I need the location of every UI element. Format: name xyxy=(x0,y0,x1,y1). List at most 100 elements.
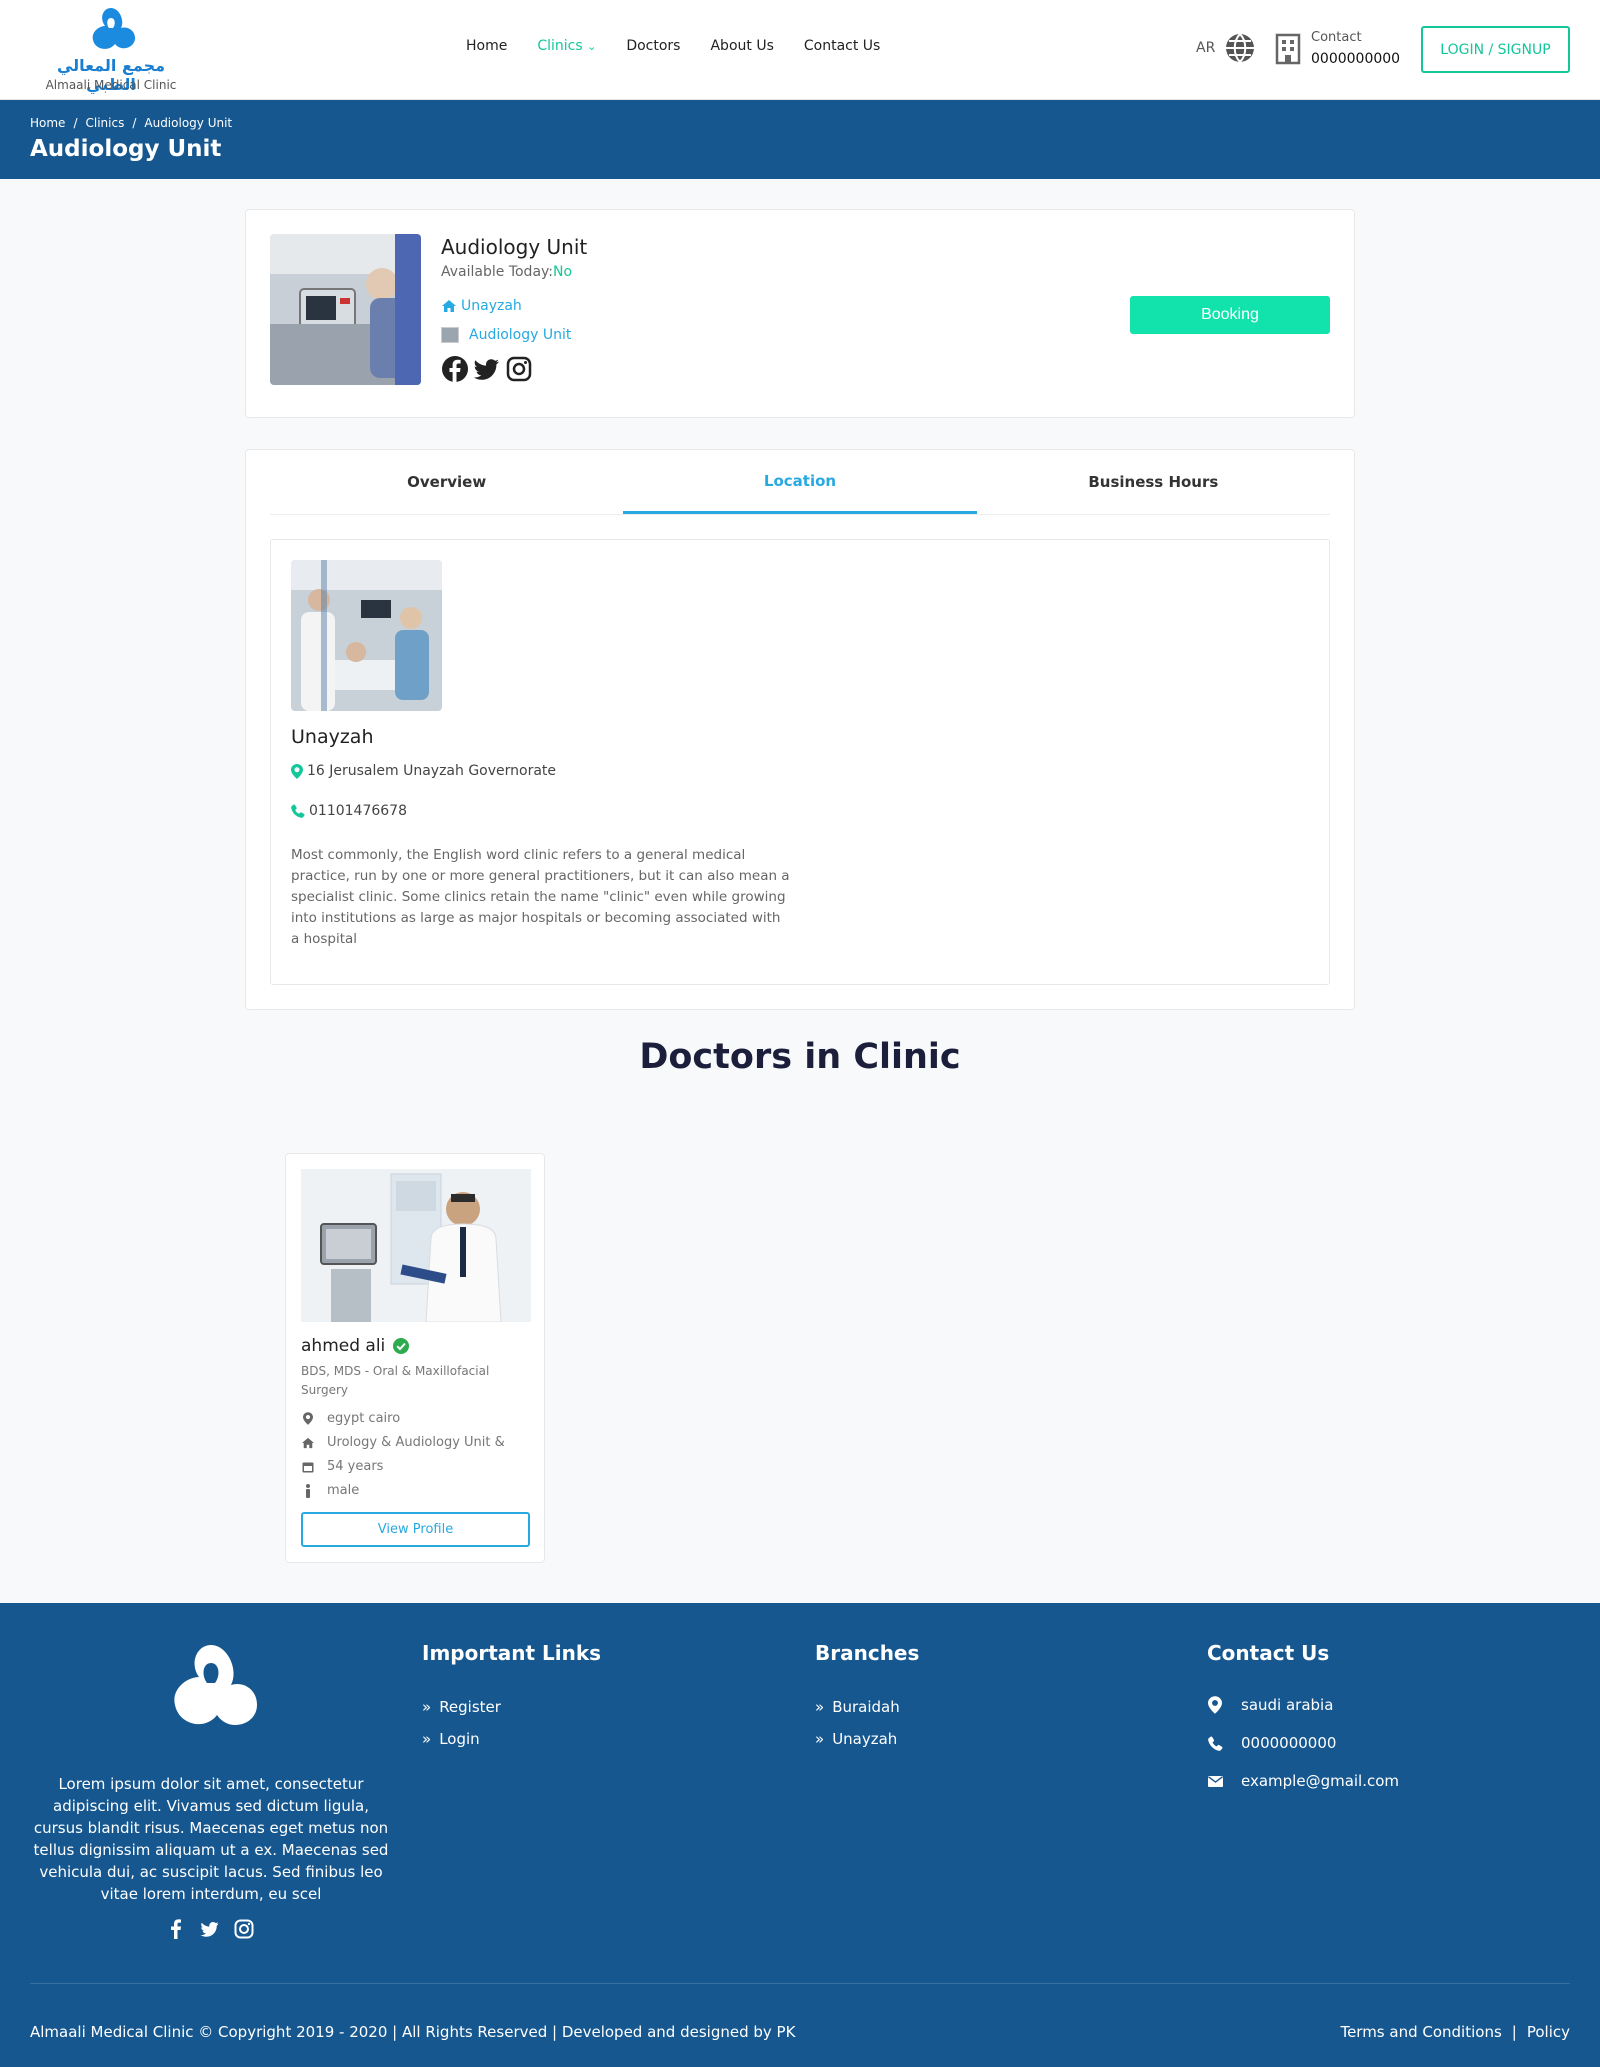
brand-logo-icon xyxy=(92,8,135,49)
facebook-icon[interactable] xyxy=(166,1919,186,1939)
unit-thumbnail xyxy=(441,327,459,343)
availability: Available Today:No xyxy=(441,264,572,280)
nav-clinics[interactable]: Clinics ⌄ xyxy=(537,38,596,54)
branch-photo xyxy=(291,560,442,711)
doctor-specialty: BDS, MDS - Oral & Maxillofacial Surgery xyxy=(301,1364,490,1397)
doctors-heading: Doctors in Clinic xyxy=(639,1037,961,1077)
footer-legal-links: Terms and Conditions | Policy xyxy=(1340,2023,1570,2041)
branch-description: Most commonly, the English word clinic r… xyxy=(291,847,790,947)
brand-logo[interactable]: مجمع المعالي الطبي Almaali Medical Clini… xyxy=(38,6,184,96)
login-signup-button[interactable]: LOGIN / SIGNUP xyxy=(1421,26,1570,73)
footer-contact-email[interactable]: example@gmail.com xyxy=(1207,1772,1399,1790)
availability-label: Available Today: xyxy=(441,264,554,280)
contact-label: Contact xyxy=(1311,30,1362,45)
footer-divider xyxy=(30,1983,1570,1984)
branch-phone[interactable]: 01101476678 xyxy=(291,803,407,819)
doctor-gender: male xyxy=(301,1483,359,1498)
footer-about: Lorem ipsum dolor sit amet, consectetur … xyxy=(33,1775,389,1903)
branch-name: Unayzah xyxy=(291,726,374,748)
doctor-location: egypt cairo xyxy=(301,1411,400,1426)
breadcrumb: Home / Clinics / Audiology Unit xyxy=(30,116,232,130)
language-toggle[interactable]: AR xyxy=(1196,40,1215,56)
clinic-branch-name: Unayzah xyxy=(461,298,522,314)
footer-branch-unayzah[interactable]: » Unayzah xyxy=(815,1730,897,1748)
branch-phone-text: 01101476678 xyxy=(309,803,407,819)
clinic-summary-card: Audiology Unit Available Today:No Unayza… xyxy=(245,209,1355,418)
verified-check-icon xyxy=(393,1338,410,1354)
tab-business-hours[interactable]: Business Hours xyxy=(977,450,1330,514)
breadcrumb-clinics[interactable]: Clinics xyxy=(85,116,124,130)
footer-contact-title: Contact Us xyxy=(1207,1641,1330,1665)
nav-home[interactable]: Home xyxy=(466,38,507,54)
branch-address: 16 Jerusalem Unayzah Governorate xyxy=(291,763,556,779)
phone-icon xyxy=(291,804,305,818)
globe-icon[interactable] xyxy=(1224,32,1256,64)
footer-contact-phone[interactable]: 0000000000 xyxy=(1207,1734,1336,1752)
footer-link-login-label: Login xyxy=(439,1730,480,1748)
chevron-down-icon: ⌄ xyxy=(587,40,597,53)
clinic-branch-link[interactable]: Unayzah xyxy=(441,298,522,314)
legal-separator: | xyxy=(1511,2023,1517,2041)
doctor-gender-text: male xyxy=(327,1483,360,1498)
footer-branch-buraidah[interactable]: » Buraidah xyxy=(815,1698,900,1716)
clinic-name: Audiology Unit xyxy=(441,235,588,259)
view-profile-button[interactable]: View Profile xyxy=(301,1512,530,1547)
tab-overview[interactable]: Overview xyxy=(270,450,623,514)
breadcrumb-current: Audiology Unit xyxy=(144,116,233,130)
policy-link[interactable]: Policy xyxy=(1527,2023,1570,2041)
availability-value: No xyxy=(553,264,573,280)
tab-location[interactable]: Location xyxy=(623,450,977,514)
terms-link[interactable]: Terms and Conditions xyxy=(1340,2023,1501,2041)
footer-link-login[interactable]: » Login xyxy=(422,1730,480,1748)
booking-button[interactable]: Booking xyxy=(1130,296,1330,334)
footer-contact-country: saudi arabia xyxy=(1207,1696,1333,1714)
instagram-icon[interactable] xyxy=(505,355,533,383)
facebook-icon[interactable] xyxy=(441,355,469,383)
location-panel: Unayzah 16 Jerusalem Unayzah Governorate… xyxy=(270,539,1330,985)
doctor-name-text: ahmed ali xyxy=(301,1336,386,1356)
nav-doctors[interactable]: Doctors xyxy=(626,38,680,54)
doctor-name[interactable]: ahmed ali xyxy=(301,1336,410,1356)
male-icon xyxy=(301,1483,315,1498)
building-icon xyxy=(1275,33,1301,65)
site-footer: Lorem ipsum dolor sit amet, consectetur … xyxy=(0,1603,1600,2067)
footer-copyright: Almaali Medical Clinic © Copyright 2019 … xyxy=(30,2023,796,2041)
breadcrumb-home[interactable]: Home xyxy=(30,116,65,130)
double-chevron-right-icon: » xyxy=(815,1730,825,1748)
main-nav: Home Clinics ⌄ Doctors About Us Contact … xyxy=(466,38,880,54)
nav-about[interactable]: About Us xyxy=(710,38,773,54)
footer-branches-title: Branches xyxy=(815,1641,920,1665)
nav-contact[interactable]: Contact Us xyxy=(804,38,880,54)
site-header: مجمع المعالي الطبي Almaali Medical Clini… xyxy=(0,0,1600,100)
footer-links-title: Important Links xyxy=(422,1641,602,1665)
doctor-age-text: 54 years xyxy=(327,1459,384,1474)
doctor-card: ahmed ali BDS, MDS - Oral & Maxillofacia… xyxy=(285,1153,545,1563)
envelope-icon xyxy=(1207,1775,1223,1787)
clinic-details-card: Overview Location Business Hours Unayzah… xyxy=(245,449,1355,1010)
doctor-department: Urology & Audiology Unit & xyxy=(301,1435,505,1450)
doctor-location-text: egypt cairo xyxy=(327,1411,401,1426)
contact-number[interactable]: 0000000000 xyxy=(1311,51,1400,67)
twitter-icon[interactable] xyxy=(473,355,501,383)
branch-address-text: 16 Jerusalem Unayzah Governorate xyxy=(307,763,557,779)
instagram-icon[interactable] xyxy=(234,1919,254,1939)
map-marker-icon xyxy=(301,1412,315,1425)
map-marker-icon xyxy=(291,763,303,779)
footer-socials xyxy=(166,1919,254,1939)
double-chevron-right-icon: » xyxy=(422,1698,432,1716)
calendar-icon xyxy=(301,1461,315,1473)
footer-branch-buraidah-label: Buraidah xyxy=(832,1698,900,1716)
footer-link-register-label: Register xyxy=(439,1698,501,1716)
footer-link-register[interactable]: » Register xyxy=(422,1698,501,1716)
home-icon xyxy=(442,300,456,312)
doctor-age: 54 years xyxy=(301,1459,383,1474)
twitter-icon[interactable] xyxy=(200,1919,220,1939)
breadcrumb-separator: / xyxy=(132,116,137,130)
map-marker-icon xyxy=(1207,1696,1223,1714)
clinic-unit-link[interactable]: Audiology Unit xyxy=(441,327,571,343)
brand-english-name: Almaali Medical Clinic xyxy=(45,78,177,92)
clinic-socials xyxy=(441,355,533,383)
page-banner: Home / Clinics / Audiology Unit Audiolog… xyxy=(0,100,1600,179)
page-title: Audiology Unit xyxy=(30,136,222,162)
home-icon xyxy=(301,1437,315,1449)
